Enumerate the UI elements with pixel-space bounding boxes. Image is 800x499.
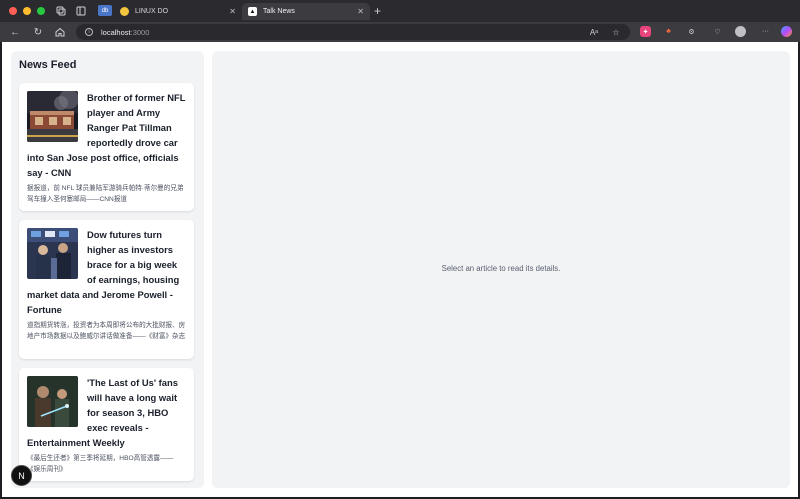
vertical-tabs-icon[interactable] (76, 6, 86, 16)
favorite-star-icon[interactable]: ☆ (610, 26, 622, 38)
close-tab-icon[interactable]: ✕ (357, 7, 364, 16)
home-icon (55, 27, 65, 37)
news-feed-title: News Feed (19, 59, 77, 71)
reload-button[interactable]: ↻ (31, 25, 45, 39)
talk-news-favicon: ▲ (248, 7, 257, 16)
close-window-button[interactable] (9, 7, 17, 15)
url-host: localhost (101, 27, 131, 37)
workspaces-icon[interactable] (56, 6, 66, 16)
extensions-puzzle-icon[interactable]: ⚙ (686, 26, 697, 37)
copilot-icon[interactable] (781, 26, 792, 37)
browser-tab-bar: db LINUX DO ✕ ▲ Talk News ✕ + (0, 0, 800, 22)
site-info-icon[interactable]: i (85, 28, 93, 36)
article-thumbnail (27, 376, 78, 427)
extension-icon-pink[interactable]: ✦ (640, 26, 651, 37)
minimize-window-button[interactable] (23, 7, 31, 15)
new-tab-button[interactable]: + (374, 4, 381, 18)
back-button[interactable]: ← (8, 25, 22, 39)
page-viewport: News Feed Brother of former NFL player a… (2, 42, 798, 497)
news-card[interactable]: 'The Last of Us' fans will have a long w… (19, 368, 194, 481)
more-menu-icon[interactable]: ··· (760, 26, 771, 37)
window-controls (9, 7, 45, 15)
url-port: :3000 (130, 27, 150, 37)
linux-do-favicon (120, 7, 129, 16)
home-button[interactable] (53, 25, 67, 39)
zoom-window-button[interactable] (37, 7, 45, 15)
news-card[interactable]: Dow futures turn higher as investors bra… (19, 220, 194, 359)
read-aloud-icon[interactable]: Aᵃ (588, 26, 600, 38)
nextjs-dev-indicator[interactable]: N (11, 465, 32, 486)
extension-icon-orange[interactable]: ♣ (663, 26, 674, 37)
news-card[interactable]: Brother of former NFL player and Army Ra… (19, 83, 194, 211)
tab-linux-do[interactable]: LINUX DO ✕ (114, 3, 242, 20)
article-thumbnail (27, 91, 78, 142)
url-text: localhost:3000 (101, 28, 149, 37)
pinned-tab-db[interactable]: db (98, 5, 112, 16)
address-bar[interactable]: i localhost:3000 Aᵃ ☆ (76, 24, 630, 40)
tab-label: LINUX DO (135, 8, 169, 15)
profile-avatar[interactable] (735, 26, 746, 37)
empty-state-message: Select an article to read its details. (441, 264, 561, 273)
article-detail-panel: Select an article to read its details. (212, 51, 790, 488)
article-thumbnail (27, 228, 78, 279)
browser-essentials-icon[interactable]: ♡ (712, 26, 723, 37)
news-feed-sidebar: News Feed Brother of former NFL player a… (11, 51, 204, 488)
article-summary: 据报道，前 NFL 球员兼陆军游骑兵帕特·蒂尔曼的兄弟驾车撞入圣何塞邮局——CN… (27, 185, 184, 203)
article-summary: 道指期货转涨，投资者为本周即将公布的大批财报、房地产市场数据以及鲍威尔讲话做准备… (27, 322, 186, 340)
article-summary: 《最后生还者》第三季将延期，HBO高管透露——《娱乐周刊》 (27, 455, 174, 473)
tab-label: Talk News (263, 8, 295, 15)
tab-talk-news[interactable]: ▲ Talk News ✕ (242, 3, 370, 20)
close-tab-icon[interactable]: ✕ (229, 7, 236, 16)
browser-toolbar: ← ↻ i localhost:3000 Aᵃ ☆ ✦ ♣ ⚙ ♡ ··· (0, 22, 800, 42)
